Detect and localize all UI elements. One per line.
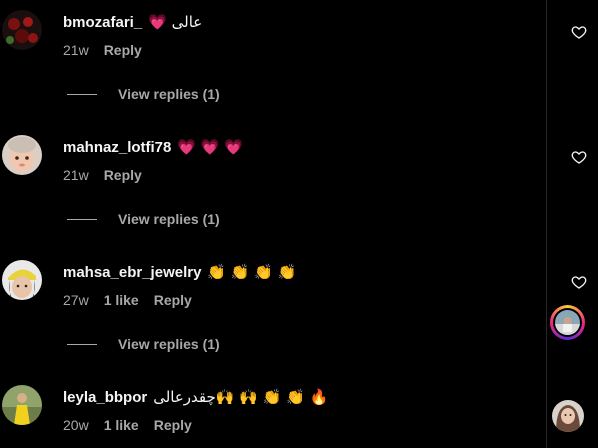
username[interactable]: mahnaz_lotfi78 (63, 139, 171, 156)
avatar[interactable] (2, 385, 42, 425)
username[interactable]: mahsa_ebr_jewelry (63, 264, 201, 281)
side-avatar[interactable] (552, 400, 584, 432)
comment-list: bmozafari_ 💗 عالی 21w Reply View replies… (0, 0, 587, 448)
view-replies-label[interactable]: View replies (1) (118, 86, 220, 102)
reply-button[interactable]: Reply (104, 167, 142, 183)
view-replies-label[interactable]: View replies (1) (118, 336, 220, 352)
story-avatar-icon (555, 310, 580, 335)
avatar[interactable] (2, 10, 42, 50)
view-replies-button[interactable]: View replies (1) (67, 86, 220, 102)
comment-meta: 21w Reply (63, 42, 157, 58)
side-avatar-icon (552, 400, 584, 432)
timestamp[interactable]: 20w (63, 417, 89, 433)
reply-button[interactable]: Reply (104, 42, 142, 58)
timestamp[interactable]: 21w (63, 42, 89, 58)
avatar[interactable] (2, 260, 42, 300)
view-replies-button[interactable]: View replies (1) (67, 211, 220, 227)
story-avatar-picture (555, 310, 580, 335)
comment-body: 💗 عالی (148, 13, 203, 31)
reply-button[interactable]: Reply (154, 417, 192, 433)
username[interactable]: bmozafari_ (63, 14, 142, 31)
comment-body: 💗 💗 💗 (177, 138, 243, 156)
avatar-baby-icon (2, 135, 42, 175)
heart-outline-icon[interactable] (571, 24, 587, 40)
comment-text: mahnaz_lotfi78 💗 💗 💗 (63, 135, 243, 159)
replies-divider (67, 93, 97, 95)
heart-outline-icon[interactable] (571, 274, 587, 290)
replies-divider (67, 218, 97, 220)
comment-meta: 20w 1 like Reply (63, 417, 207, 433)
replies-divider (67, 343, 97, 345)
likes-count[interactable]: 1 like (104, 292, 139, 308)
avatar[interactable] (2, 135, 42, 175)
avatar-yellow-dress-icon (2, 385, 42, 425)
comment-body: چقدرعالی🙌 🙌 👏 👏 🔥 (153, 388, 329, 406)
heart-outline-icon[interactable] (571, 149, 587, 165)
story-ring-inner (553, 308, 582, 337)
comment-text: mahsa_ebr_jewelry 👏 👏 👏 👏 (63, 260, 296, 284)
comments-panel: bmozafari_ 💗 عالی 21w Reply View replies… (0, 0, 598, 448)
avatar-dark-red-flowers-icon (2, 10, 42, 50)
view-replies-button[interactable]: View replies (1) (67, 336, 220, 352)
comment-body: 👏 👏 👏 👏 (207, 263, 297, 281)
story-ring-avatar[interactable] (550, 305, 585, 340)
username[interactable]: leyla_bbpor (63, 389, 147, 406)
timestamp[interactable]: 27w (63, 292, 89, 308)
likes-count[interactable]: 1 like (104, 417, 139, 433)
panel-divider (546, 0, 547, 448)
reply-button[interactable]: Reply (154, 292, 192, 308)
comment-text: leyla_bbpor چقدرعالی🙌 🙌 👏 👏 🔥 (63, 385, 328, 409)
comment-meta: 21w Reply (63, 167, 157, 183)
timestamp[interactable]: 21w (63, 167, 89, 183)
view-replies-label[interactable]: View replies (1) (118, 211, 220, 227)
comment-meta: 27w 1 like Reply (63, 292, 207, 308)
avatar-yellow-cap-icon (2, 260, 42, 300)
comment-text: bmozafari_ 💗 عالی (63, 10, 202, 34)
